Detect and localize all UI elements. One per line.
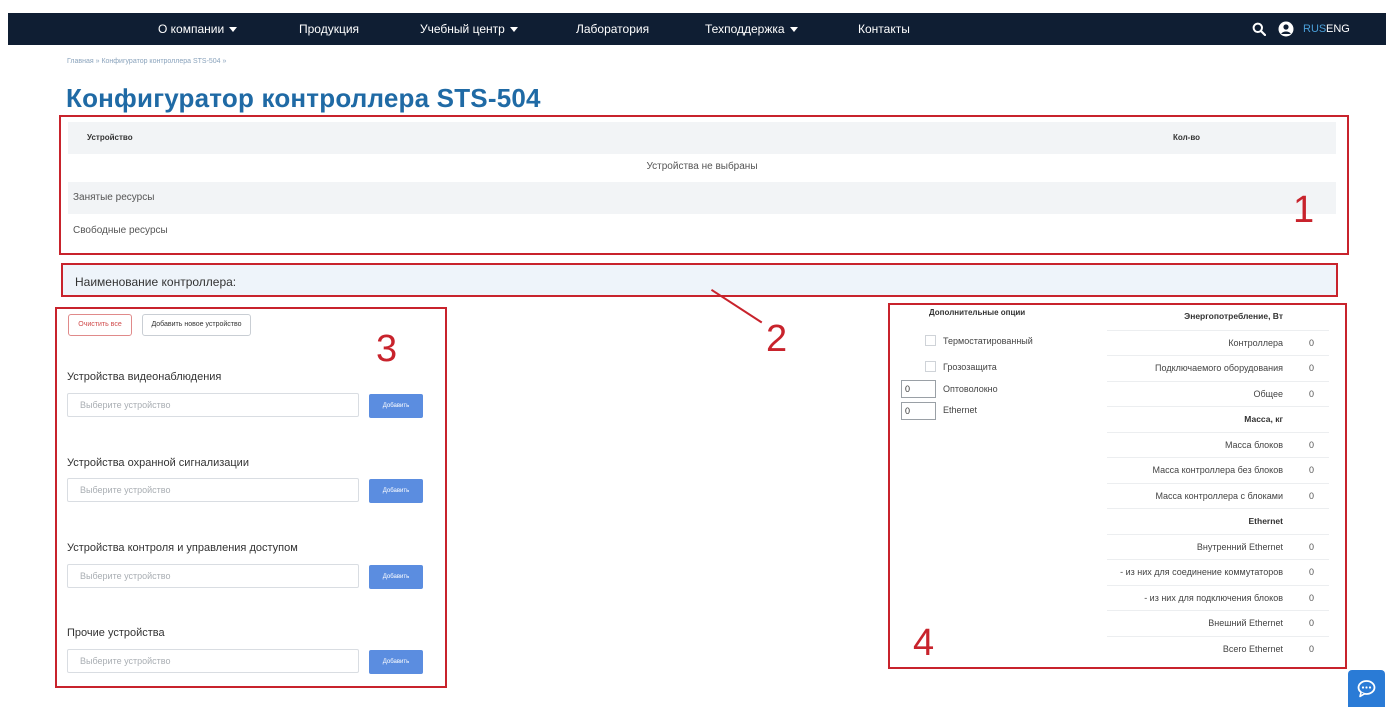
stats-label: Контроллера: [1228, 337, 1283, 348]
stats-value: 0: [1309, 592, 1315, 603]
search-icon[interactable]: [1252, 22, 1266, 36]
stats-row: - из них для подключения блоков 0: [1107, 584, 1329, 611]
annotation-number-3: 3: [376, 328, 398, 370]
free-resources-label: Свободные ресурсы: [73, 225, 168, 236]
page-title: Конфигуратор контроллера STS-504: [66, 83, 541, 113]
stats-label: Масса контроллера с блоками: [1155, 490, 1283, 501]
stats-section-header: Ethernet: [1107, 508, 1329, 534]
stats-label: Масса контроллера без блоков: [1152, 465, 1284, 475]
add-access-control-device-button[interactable]: Добавить: [369, 565, 423, 589]
column-header-qty: Кол-во: [1173, 133, 1201, 142]
stats-value: 0: [1309, 643, 1315, 654]
controller-name-label: Наименование контроллера:: [75, 275, 237, 289]
lightning-protection-label: Грозозащита: [943, 362, 997, 372]
alarm-device-select[interactable]: [67, 478, 359, 502]
stats-row: Масса контроллера без блоков 0: [1107, 457, 1329, 483]
thermostat-checkbox[interactable]: [925, 335, 936, 346]
stats-section-header: Масса, кг: [1107, 406, 1329, 432]
add-video-device-button[interactable]: Добавить: [369, 394, 423, 418]
stats-row: Внешний Ethernet 0: [1107, 610, 1329, 636]
stats-label: Всего Ethernet: [1222, 643, 1283, 654]
chevron-down-icon: [509, 27, 518, 33]
additional-options-header: Дополнительные опции: [929, 308, 1026, 317]
add-other-device-button[interactable]: Добавить: [369, 650, 423, 674]
stats-value: 0: [1309, 337, 1315, 348]
ethernet-count-input[interactable]: [901, 402, 936, 420]
nav-item-support[interactable]: Техподдержка: [705, 13, 798, 45]
stats-section-title: Энергопотребление, Вт: [1184, 311, 1283, 321]
stats-label: Подключаемого оборудования: [1155, 363, 1283, 373]
stats-value: 0: [1309, 541, 1315, 552]
top-navbar: О компании Продукция Учебный центр Лабор…: [8, 13, 1386, 45]
stats-section-title: Ethernet: [1248, 516, 1283, 526]
category-label-access-control: Устройства контроля и управления доступо…: [67, 542, 298, 554]
add-new-device-button[interactable]: Добавить новое устройство: [142, 314, 251, 336]
annotation-number-2: 2: [766, 318, 788, 360]
column-header-device: Устройство: [87, 133, 133, 142]
breadcrumb: Главная » Конфигуратор контроллера STS-5…: [67, 58, 227, 65]
stats-row: Масса блоков 0: [1107, 431, 1329, 458]
stats-label: Масса блоков: [1224, 439, 1283, 450]
stats-value: 0: [1309, 618, 1315, 628]
stats-label: Внутренний Ethernet: [1196, 541, 1283, 552]
stats-value: 0: [1309, 490, 1315, 501]
stats-label: - из них для подключения блоков: [1144, 592, 1283, 603]
access-control-device-select[interactable]: [67, 564, 359, 588]
chevron-down-icon: [229, 27, 238, 33]
fiber-count-input[interactable]: [901, 380, 936, 398]
stats-label: - из них для соединение коммутаторов: [1120, 567, 1283, 577]
table-row-empty: Устройства не выбраны: [68, 151, 1336, 183]
stats-section-title: Масса, кг: [1244, 414, 1283, 424]
stats-label: Общее: [1253, 388, 1283, 399]
lang-rus-link[interactable]: RUS: [1303, 13, 1326, 45]
chevron-down-icon: [789, 27, 798, 33]
nav-item-contacts[interactable]: Контакты: [858, 13, 910, 45]
stats-label: Внешний Ethernet: [1208, 618, 1283, 628]
lightning-protection-checkbox[interactable]: [925, 361, 936, 372]
category-label-alarm: Устройства охранной сигнализации: [67, 457, 249, 469]
stats-value: 0: [1309, 465, 1315, 475]
user-circle-icon[interactable]: [1278, 21, 1294, 37]
other-device-select[interactable]: [67, 649, 359, 673]
busy-resources-label: Занятые ресурсы: [73, 192, 155, 203]
stats-row: Подключаемого оборудования 0: [1107, 355, 1329, 381]
stats-row: Внутренний Ethernet 0: [1107, 533, 1329, 560]
breadcrumb-current: Конфигуратор контроллера STS-504: [101, 58, 221, 65]
lang-eng-link[interactable]: ENG: [1326, 13, 1350, 45]
table-row-free-resources: Свободные ресурсы: [68, 215, 1336, 247]
stats-row: Всего Ethernet 0: [1107, 635, 1329, 662]
video-device-select[interactable]: [67, 393, 359, 417]
stats-section-header: Энергопотребление, Вт: [1107, 304, 1329, 330]
category-label-video: Устройства видеонаблюдения: [67, 371, 222, 383]
clear-all-button[interactable]: Очистить все: [68, 314, 132, 336]
stats-value: 0: [1309, 388, 1315, 399]
breadcrumb-home-link[interactable]: Главная: [67, 58, 94, 65]
chat-button[interactable]: [1348, 670, 1385, 707]
stats-row: Масса контроллера с блоками 0: [1107, 482, 1329, 509]
stats-value: 0: [1309, 567, 1315, 577]
annotation-number-1: 1: [1293, 189, 1315, 231]
stats-row: Общее 0: [1107, 380, 1329, 407]
ethernet-label: Ethernet: [943, 405, 978, 415]
empty-message: Устройства не выбраны: [646, 161, 758, 172]
annotation-number-4: 4: [913, 622, 935, 664]
chat-bubble-icon: [1357, 680, 1376, 698]
nav-item-products[interactable]: Продукция: [299, 13, 359, 45]
nav-item-about[interactable]: О компании: [158, 13, 238, 45]
stats-row: - из них для соединение коммутаторов 0: [1107, 559, 1329, 585]
table-row-busy-resources: Занятые ресурсы: [68, 182, 1336, 214]
stats-value: 0: [1309, 439, 1315, 450]
category-label-other: Прочие устройства: [67, 627, 165, 639]
add-alarm-device-button[interactable]: Добавить: [369, 479, 423, 503]
thermostat-label: Термостатированный: [943, 336, 1033, 346]
nav-item-training[interactable]: Учебный центр: [420, 13, 518, 45]
table-header-row: Устройство Кол-во: [68, 122, 1336, 154]
nav-item-laboratory[interactable]: Лаборатория: [576, 13, 649, 45]
stats-value: 0: [1309, 363, 1315, 373]
fiber-label: Оптоволокно: [943, 384, 998, 394]
stats-row: Контроллера 0: [1107, 329, 1329, 356]
controller-name-bar: Наименование контроллера:: [61, 263, 1338, 297]
